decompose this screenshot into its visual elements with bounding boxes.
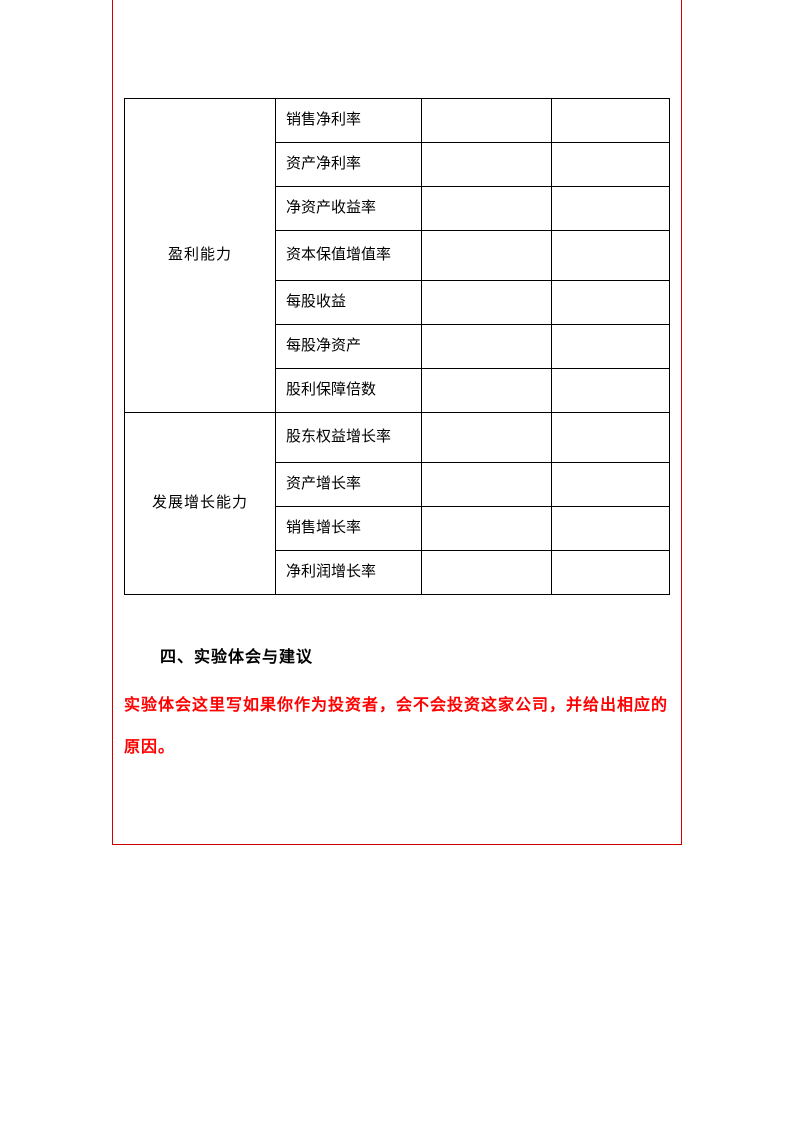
section-title: 四、实验体会与建议 — [160, 643, 670, 667]
metric-cell: 股利保障倍数 — [276, 369, 422, 413]
metric-cell: 净资产收益率 — [276, 187, 422, 231]
metric-cell: 资产净利率 — [276, 143, 422, 187]
value-cell — [552, 507, 670, 551]
metric-cell: 资产增长率 — [276, 463, 422, 507]
metric-cell: 股东权益增长率 — [276, 413, 422, 463]
value-cell — [422, 325, 552, 369]
table-row: 发展增长能力 股东权益增长率 — [125, 413, 670, 463]
metric-cell: 销售增长率 — [276, 507, 422, 551]
value-cell — [422, 99, 552, 143]
value-cell — [422, 231, 552, 281]
value-cell — [552, 231, 670, 281]
page-content: 盈利能力 销售净利率 资产净利率 净资产收益率 资本保值增值率 每股收益 每股净… — [124, 98, 670, 768]
category-cell: 发展增长能力 — [125, 413, 276, 595]
value-cell — [552, 281, 670, 325]
value-cell — [422, 143, 552, 187]
metric-cell: 资本保值增值率 — [276, 231, 422, 281]
value-cell — [422, 413, 552, 463]
metric-cell: 净利润增长率 — [276, 551, 422, 595]
metric-cell: 每股收益 — [276, 281, 422, 325]
value-cell — [552, 143, 670, 187]
table-row: 盈利能力 销售净利率 — [125, 99, 670, 143]
value-cell — [422, 507, 552, 551]
value-cell — [422, 551, 552, 595]
value-cell — [422, 369, 552, 413]
value-cell — [552, 551, 670, 595]
value-cell — [552, 187, 670, 231]
value-cell — [552, 99, 670, 143]
value-cell — [552, 463, 670, 507]
metrics-table: 盈利能力 销售净利率 资产净利率 净资产收益率 资本保值增值率 每股收益 每股净… — [124, 98, 670, 595]
value-cell — [552, 369, 670, 413]
metric-cell: 销售净利率 — [276, 99, 422, 143]
value-cell — [422, 187, 552, 231]
value-cell — [552, 325, 670, 369]
value-cell — [422, 463, 552, 507]
value-cell — [552, 413, 670, 463]
category-cell: 盈利能力 — [125, 99, 276, 413]
metric-cell: 每股净资产 — [276, 325, 422, 369]
section-body: 实验体会这里写如果你作为投资者，会不会投资这家公司，并给出相应的原因。 — [124, 685, 670, 768]
value-cell — [422, 281, 552, 325]
